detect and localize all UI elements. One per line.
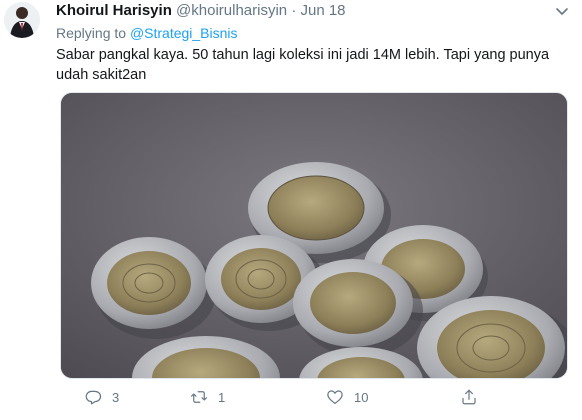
tweet-text: Sabar pangkal kaya. 50 tahun lagi koleks… bbox=[56, 47, 550, 83]
author-handle[interactable]: @khoirulharisyin bbox=[176, 2, 287, 19]
reply-icon bbox=[85, 390, 102, 405]
like-count: 10 bbox=[354, 389, 369, 405]
author-name[interactable]: Khoirul Harisyin bbox=[56, 2, 172, 19]
like-button[interactable]: 10 bbox=[326, 384, 368, 410]
header-separator: · bbox=[291, 2, 297, 19]
replying-to-link[interactable]: @Strategi_Bisnis bbox=[130, 25, 238, 41]
heart-icon bbox=[327, 390, 343, 404]
tweet-photo[interactable] bbox=[60, 92, 568, 379]
tweet-header: Khoirul Harisyin @khoirulharisyin · Jun … bbox=[56, 0, 582, 22]
retweet-button[interactable]: 1 bbox=[190, 384, 225, 410]
avatar-image bbox=[4, 2, 40, 38]
share-icon bbox=[462, 389, 476, 405]
tweet-content: Khoirul Harisyin @khoirulharisyin · Jun … bbox=[56, 0, 582, 85]
reply-count: 3 bbox=[112, 389, 120, 405]
chevron-down-icon[interactable] bbox=[554, 3, 570, 19]
retweet-icon bbox=[190, 391, 208, 403]
tweet-actions: 3 1 10 bbox=[56, 384, 582, 410]
coins-photo bbox=[61, 93, 567, 378]
replying-prefix: Replying to bbox=[56, 25, 127, 41]
tweet-date[interactable]: Jun 18 bbox=[300, 2, 345, 19]
share-button[interactable] bbox=[460, 384, 488, 410]
retweet-count: 1 bbox=[218, 389, 226, 405]
tweet[interactable]: Khoirul Harisyin @khoirulharisyin · Jun … bbox=[0, 0, 582, 420]
avatar[interactable] bbox=[4, 2, 40, 38]
reply-button[interactable]: 3 bbox=[84, 384, 119, 410]
replying-to: Replying to @Strategi_Bisnis bbox=[56, 23, 582, 45]
